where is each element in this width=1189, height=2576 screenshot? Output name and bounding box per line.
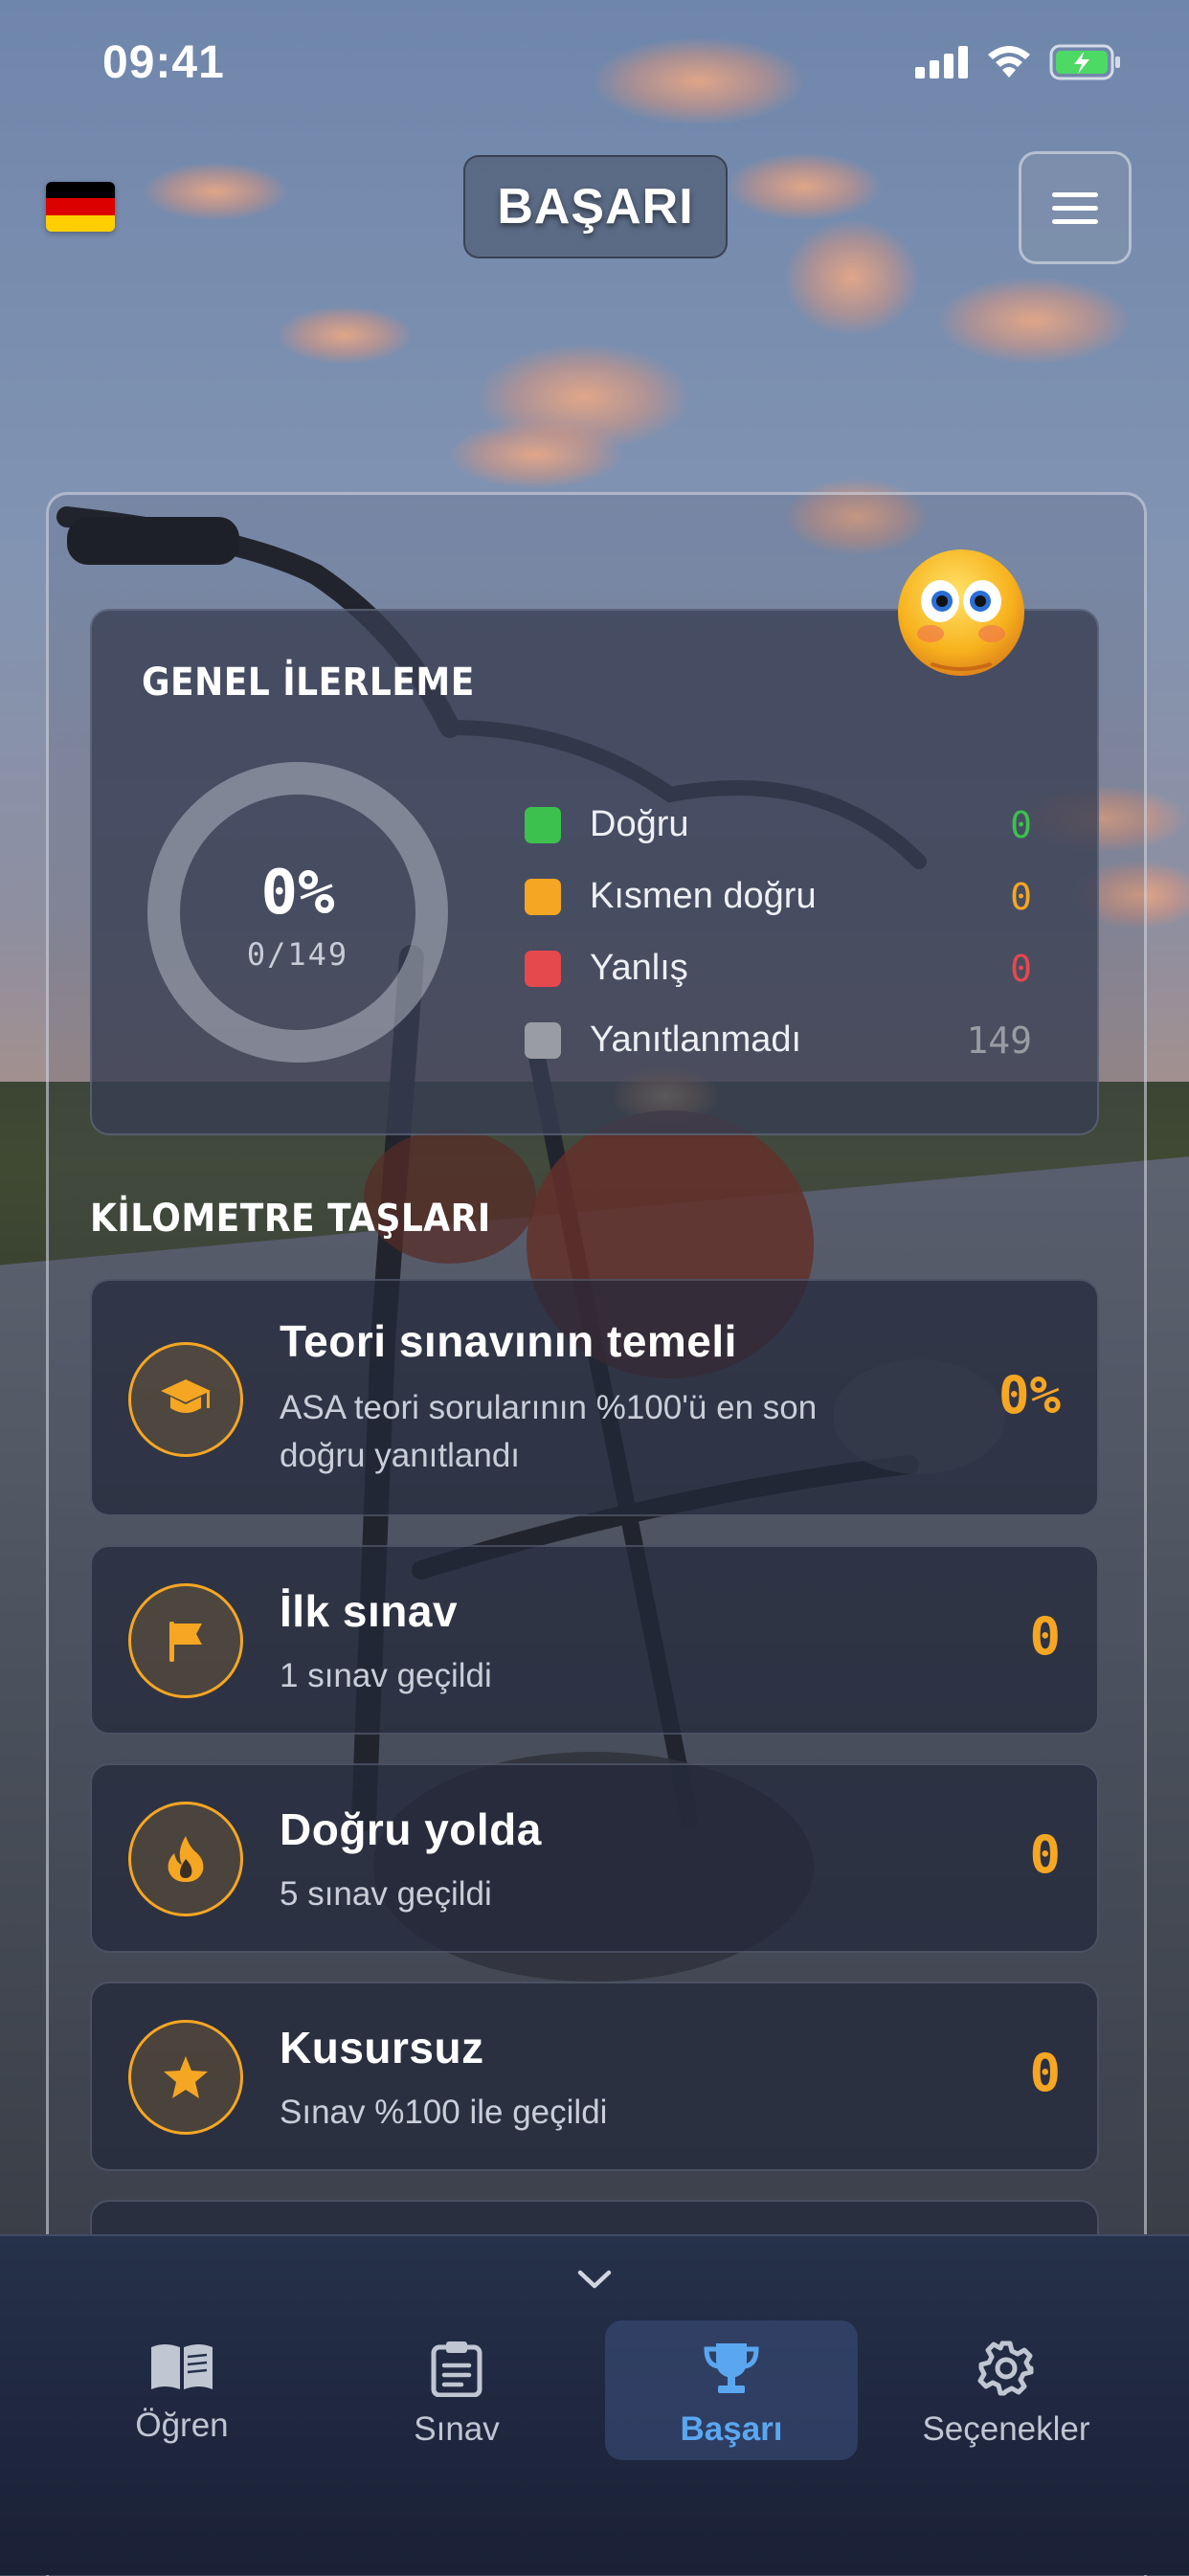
legend-swatch <box>525 1021 561 1059</box>
progress-count: 0/149 <box>246 936 349 973</box>
hamburger-icon-line <box>1052 205 1098 211</box>
milestone-value: 0 <box>1029 2043 1061 2103</box>
legend-item-wrong: Yanlış 0 <box>525 932 1061 1004</box>
chevron-down-icon[interactable] <box>574 2265 615 2294</box>
wifi-icon <box>988 46 1030 78</box>
flame-icon <box>128 1802 243 1916</box>
graduation-cap-icon <box>128 1342 243 1457</box>
milestone-subtitle: 5 sınav geçildi <box>280 1875 492 1913</box>
legend-label: Yanıtlanmadı <box>590 1019 802 1060</box>
milestone-value: 0 <box>1029 1825 1061 1885</box>
flag-icon <box>128 1583 243 1698</box>
milestone-card[interactable]: Teori sınavının temeli ASA teori sorular… <box>90 1279 1099 1516</box>
milestone-value: 0 <box>1029 1606 1061 1667</box>
milestone-title: Teori sınavının temeli <box>280 1316 737 1366</box>
star-icon <box>128 2020 243 2135</box>
legend-swatch <box>525 950 561 987</box>
book-icon <box>151 2344 213 2389</box>
tab-exam[interactable]: Sınav <box>330 2320 583 2460</box>
legend-label: Doğru <box>590 804 689 844</box>
milestones-title: KİLOMETRE TAŞLARI <box>90 1197 491 1241</box>
hamburger-icon-line <box>1052 191 1098 197</box>
progress-legend: Doğru 0 Kısmen doğru 0 Yanlış 0 Yanıtlan… <box>525 789 1061 1076</box>
milestone-card[interactable]: Kusursuz Sınav %100 ile geçildi 0 <box>90 1982 1099 2171</box>
milestone-card[interactable]: İlk sınav 1 sınav geçildi 0 <box>90 1545 1099 1735</box>
progress-title: GENEL İLERLEME <box>142 661 475 705</box>
legend-label: Yanlış <box>590 948 688 988</box>
status-bar: 09:41 <box>0 0 1189 115</box>
surprised-face-icon <box>898 549 1024 676</box>
milestone-title: Kusursuz <box>280 2023 484 2072</box>
battery-charging-icon <box>1049 44 1120 80</box>
tab-learn[interactable]: Öğren <box>56 2320 308 2460</box>
milestone-subtitle: 1 sınav geçildi <box>280 1657 492 1694</box>
legend-label: Kısmen doğru <box>590 876 817 916</box>
status-icons <box>915 44 1122 80</box>
milestone-title: İlk sınav <box>280 1586 459 1636</box>
legend-value: 0 <box>1010 875 1032 918</box>
milestone-value: 0% <box>998 1365 1061 1425</box>
hamburger-icon-line <box>1052 218 1098 224</box>
milestone-subtitle: ASA teori sorularının %100'ü en son doğr… <box>280 1389 818 1474</box>
tab-settings[interactable]: Seçenekler <box>880 2320 1133 2460</box>
gear-icon <box>977 2341 1034 2396</box>
trophy-icon <box>704 2343 759 2393</box>
tab-label: Seçenekler <box>922 2410 1090 2448</box>
menu-button[interactable] <box>1019 151 1132 264</box>
progress-percent: 0% <box>260 858 335 929</box>
legend-item-unanswered: Yanıtlanmadı 149 <box>525 1004 1061 1076</box>
status-time: 09:41 <box>102 37 225 88</box>
legend-value: 0 <box>1010 947 1032 990</box>
overall-progress-card: GENEL İLERLEME 0% 0/149 Doğru 0 Kısmen d… <box>90 609 1099 1135</box>
bottom-tab-bar: Öğren Sınav Başarı Seçenekler <box>0 2234 1189 2575</box>
tab-achievements[interactable]: Başarı <box>605 2320 858 2460</box>
progress-ring: 0% 0/149 <box>140 754 456 1070</box>
milestone-title: Doğru yolda <box>280 1804 542 1854</box>
legend-swatch <box>525 878 561 915</box>
tab-label: Öğren <box>135 2407 229 2444</box>
legend-item-partial: Kısmen doğru 0 <box>525 861 1061 932</box>
milestone-subtitle: Sınav %100 ile geçildi <box>280 2094 608 2131</box>
cellular-signal-icon <box>915 46 968 78</box>
legend-swatch <box>525 806 561 843</box>
tab-label: Sınav <box>414 2410 500 2448</box>
tab-label: Başarı <box>680 2410 783 2448</box>
page-title: BAŞARI <box>463 155 728 258</box>
milestone-card[interactable]: Doğru yolda 5 sınav geçildi 0 <box>90 1763 1099 1953</box>
clipboard-icon <box>431 2341 482 2397</box>
legend-value: 0 <box>1010 803 1032 846</box>
legend-value: 149 <box>966 1019 1032 1062</box>
language-flag-germany[interactable] <box>46 182 115 232</box>
legend-item-correct: Doğru 0 <box>525 789 1061 861</box>
